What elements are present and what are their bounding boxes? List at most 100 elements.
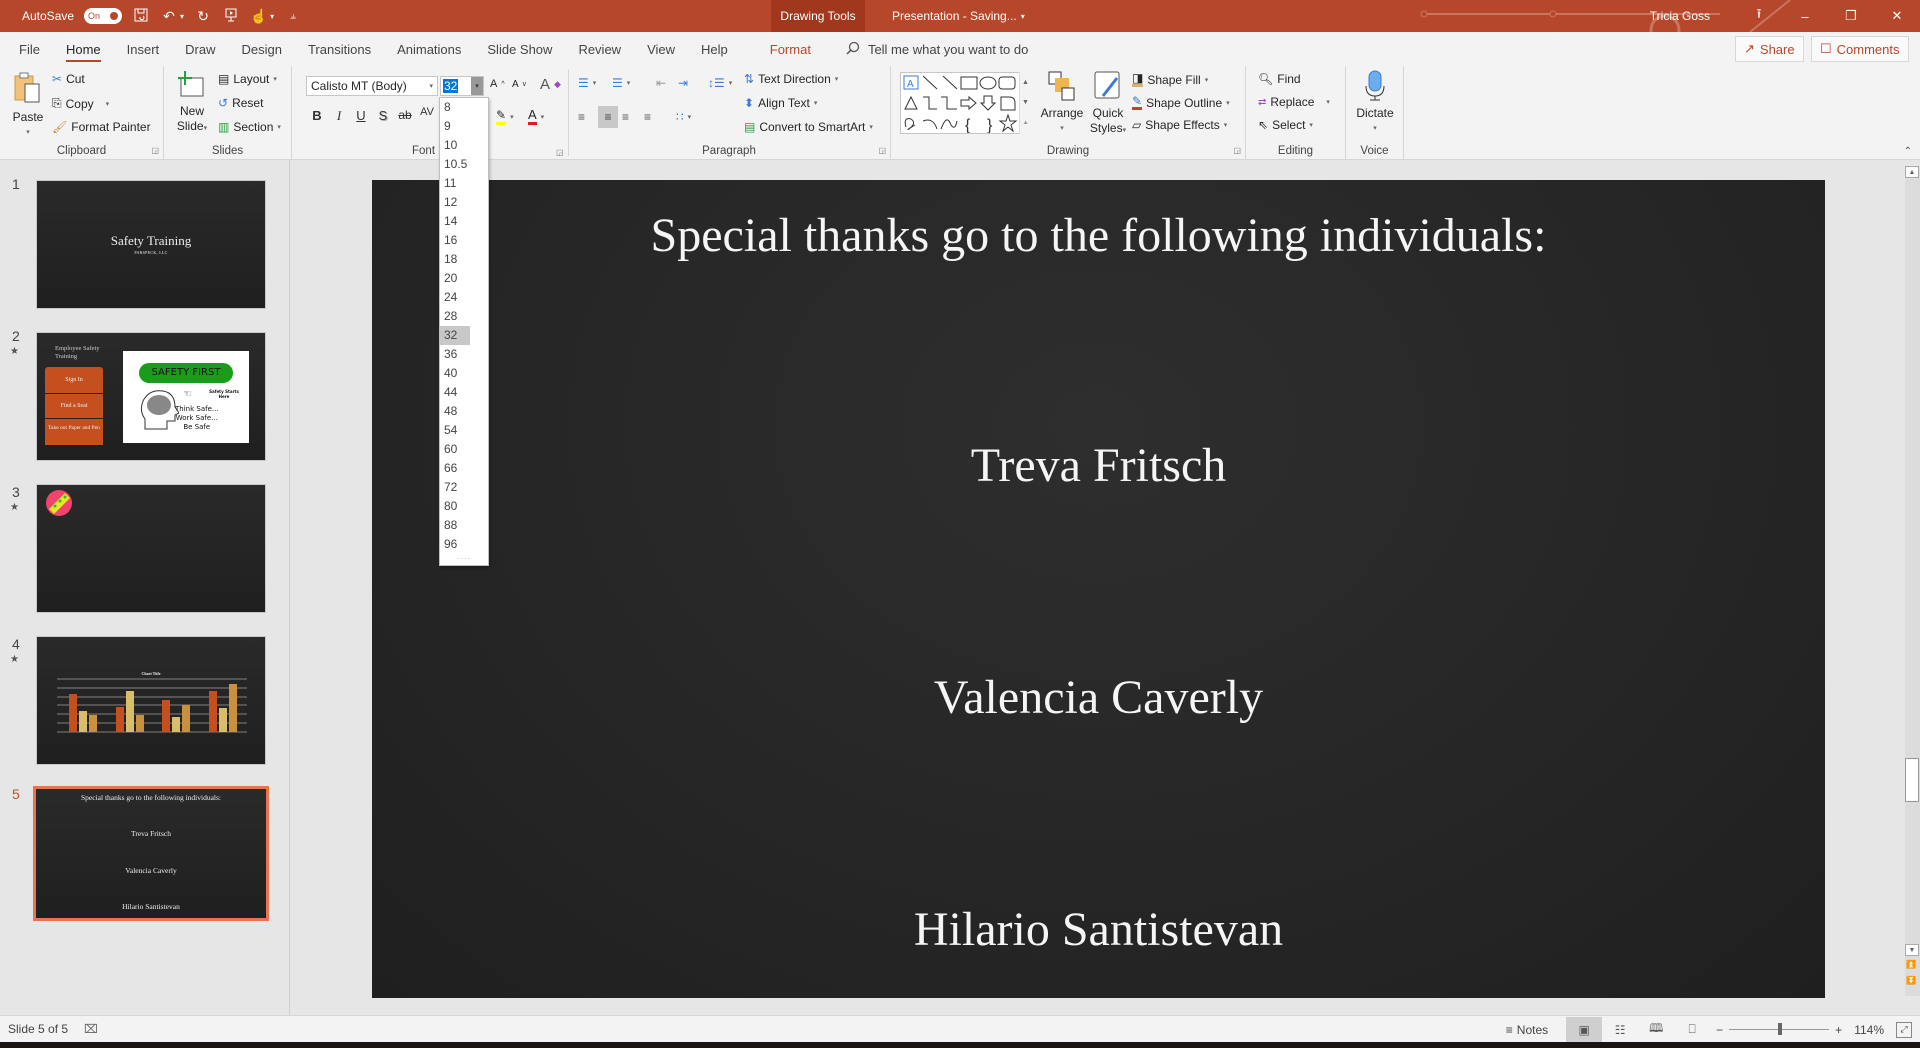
underline-button[interactable]: U [352, 108, 370, 123]
tab-insert[interactable]: Insert [114, 32, 173, 66]
undo-icon[interactable]: ↶ [160, 8, 178, 25]
tab-draw[interactable]: Draw [172, 32, 228, 66]
redo-icon[interactable]: ↻ [194, 8, 212, 25]
drawing-launcher-icon[interactable]: ◲ [1233, 146, 1241, 155]
font-name-dropdown-icon[interactable]: ▾ [429, 82, 433, 90]
font-size-option[interactable]: 72 [440, 478, 488, 497]
font-size-option[interactable]: 66 [440, 459, 488, 478]
copy-dropdown-icon[interactable]: ▾ [106, 100, 110, 108]
justify-button[interactable]: ≡ [644, 110, 651, 124]
undo-dropdown-icon[interactable]: ▾ [180, 12, 184, 21]
copy-button[interactable]: ⎘ Copy ▾ [52, 96, 109, 111]
start-presentation-icon[interactable] [222, 8, 240, 25]
gallery-more-icon[interactable]: ⫨ [1024, 119, 1028, 127]
tab-slide-show[interactable]: Slide Show [474, 32, 565, 66]
customize-qat-icon[interactable]: ⫨ [284, 11, 302, 22]
select-button[interactable]: ⇖ Select ▾ [1258, 118, 1313, 132]
font-size-option[interactable]: 16 [440, 231, 488, 250]
zoom-slider-knob[interactable] [1778, 1023, 1783, 1035]
autosave-toggle[interactable]: On [84, 8, 123, 24]
format-painter-button[interactable]: 🖌 Format Painter [52, 120, 151, 134]
minimize-icon[interactable]: – [1782, 0, 1828, 32]
tab-transitions[interactable]: Transitions [295, 32, 384, 66]
reading-view-button[interactable]: 🕮︎ [1638, 1017, 1674, 1043]
tab-design[interactable]: Design [229, 32, 295, 66]
font-size-option[interactable]: 44 [440, 383, 488, 402]
normal-view-button[interactable]: ▣ [1566, 1016, 1603, 1043]
font-size-option[interactable]: 14 [440, 212, 488, 231]
numbering-button[interactable]: ☰ ▾ [612, 76, 630, 90]
replace-button[interactable]: ⇄ Replace ▾ [1258, 95, 1330, 109]
tab-review[interactable]: Review [565, 32, 634, 66]
font-size-option[interactable]: 60 [440, 440, 488, 459]
find-button[interactable]: 🔍︎ Find [1258, 72, 1301, 86]
paragraph-launcher-icon[interactable]: ◲ [878, 146, 886, 155]
zoom-in-icon[interactable]: + [1835, 1023, 1842, 1037]
font-size-option[interactable]: 40 [440, 364, 488, 383]
font-size-combobox[interactable]: 32 ▾ [440, 76, 484, 96]
slide-title[interactable]: Special thanks go to the following indiv… [372, 208, 1825, 263]
font-size-option[interactable]: 36 [440, 345, 488, 364]
slide-thumbnail-3[interactable] [36, 484, 266, 613]
shapes-gallery[interactable]: A { } [900, 72, 1031, 134]
align-center-button[interactable]: ≡ [598, 106, 618, 128]
font-color-button[interactable]: A ▾ [528, 108, 544, 125]
slide-name-1[interactable]: Treva Fritsch [372, 438, 1825, 493]
font-size-dropdown-icon[interactable]: ▾ [471, 77, 483, 95]
align-left-button[interactable]: ≡ [578, 110, 585, 124]
strikethrough-button[interactable]: ab [396, 108, 414, 122]
gallery-up-icon[interactable]: ▲ [1022, 79, 1029, 86]
touch-mode-dropdown-icon[interactable]: ▾ [270, 12, 274, 21]
scroll-down-icon[interactable]: ▼ [1905, 944, 1919, 956]
shapes-gallery-scroll[interactable]: ▲ ▼ ⫨ [1019, 72, 1031, 134]
slide-sorter-button[interactable]: ☷ [1602, 1017, 1638, 1043]
line-spacing-button[interactable]: ↕☰ ▾ [708, 76, 732, 90]
spelling-check-icon[interactable]: ⌧ [84, 1022, 98, 1036]
italic-button[interactable]: I [330, 108, 348, 124]
share-button[interactable]: ↗ Share [1735, 36, 1804, 62]
columns-button[interactable]: ∷ ▾ [676, 110, 691, 124]
clipboard-launcher-icon[interactable]: ◲ [151, 146, 159, 155]
font-size-option[interactable]: 20 [440, 269, 488, 288]
slide-thumbnail-4[interactable]: Chart Title [36, 636, 266, 765]
shape-fill-button[interactable]: ◨ Shape Fill ▾ [1132, 72, 1208, 87]
cut-button[interactable]: ✂ Cut [52, 72, 85, 86]
section-button[interactable]: ▥ Section ▾ [218, 120, 281, 134]
tell-me-search[interactable]: Tell me what you want to do [846, 41, 1028, 58]
align-right-button[interactable]: ≡ [622, 110, 629, 124]
font-size-option[interactable]: 32 [440, 326, 470, 345]
text-direction-button[interactable]: ⇅ Text Direction ▾ [744, 72, 838, 86]
font-size-dropdown-list[interactable]: 8 9 10 10.5 11 12 14 16 18 20 24 28 32 36 40 44 48 54 60 66… [439, 97, 489, 566]
font-size-value[interactable]: 32 [443, 79, 459, 93]
comments-button[interactable]: ☐ Comments [1811, 36, 1909, 62]
vertical-scrollbar[interactable]: ▲ ▼ ⏫ ⏬ [1903, 160, 1920, 1015]
reset-button[interactable]: ↺ Reset [218, 96, 263, 110]
ribbon-display-options-icon[interactable]: ⭱ [1736, 0, 1782, 32]
slide-thumbnail-2[interactable]: Employee Safety Training Sign In Find a … [36, 332, 266, 461]
previous-slide-icon[interactable]: ⏫ [1906, 960, 1916, 969]
slide-thumbnail-5[interactable]: Special thanks go to the following indiv… [33, 786, 269, 921]
font-size-option[interactable]: 9 [440, 117, 488, 136]
zoom-out-icon[interactable]: − [1716, 1023, 1723, 1037]
font-size-option[interactable]: 54 [440, 421, 488, 440]
font-name-combobox[interactable]: Calisto MT (Body) ▾ [306, 76, 438, 96]
document-title[interactable]: Presentation - Saving... ▾ [892, 0, 1025, 32]
gallery-down-icon[interactable]: ▼ [1022, 99, 1029, 106]
font-size-option[interactable]: 28 [440, 307, 488, 326]
collapse-ribbon-icon[interactable]: ⌃ [1904, 146, 1912, 157]
slide-name-3[interactable]: Hilario Santistevan [372, 902, 1825, 957]
highlight-color-button[interactable]: ✎ ▾ [496, 108, 514, 125]
slide-thumbnail-panel[interactable]: 1 Safety Training PARSPECK, LLC 2 ★ Empl… [0, 160, 290, 1015]
font-size-option[interactable]: 10.5 [440, 155, 488, 174]
decrease-font-size-button[interactable]: Av [512, 79, 526, 90]
clear-formatting-icon[interactable]: A ◆ [540, 76, 561, 93]
font-size-option[interactable]: 80 [440, 497, 488, 516]
bold-button[interactable]: B [308, 108, 326, 123]
increase-font-size-button[interactable]: A ^ [490, 78, 505, 90]
zoom-slider[interactable] [1729, 1023, 1830, 1035]
slide-show-button[interactable]: ⎕ [1674, 1017, 1710, 1043]
decrease-indent-button[interactable]: ⇤ [656, 76, 666, 90]
align-text-button[interactable]: ⬍ Align Text ▾ [744, 96, 817, 110]
scroll-track[interactable] [1905, 166, 1920, 996]
zoom-level[interactable]: 114% [1854, 1023, 1884, 1037]
